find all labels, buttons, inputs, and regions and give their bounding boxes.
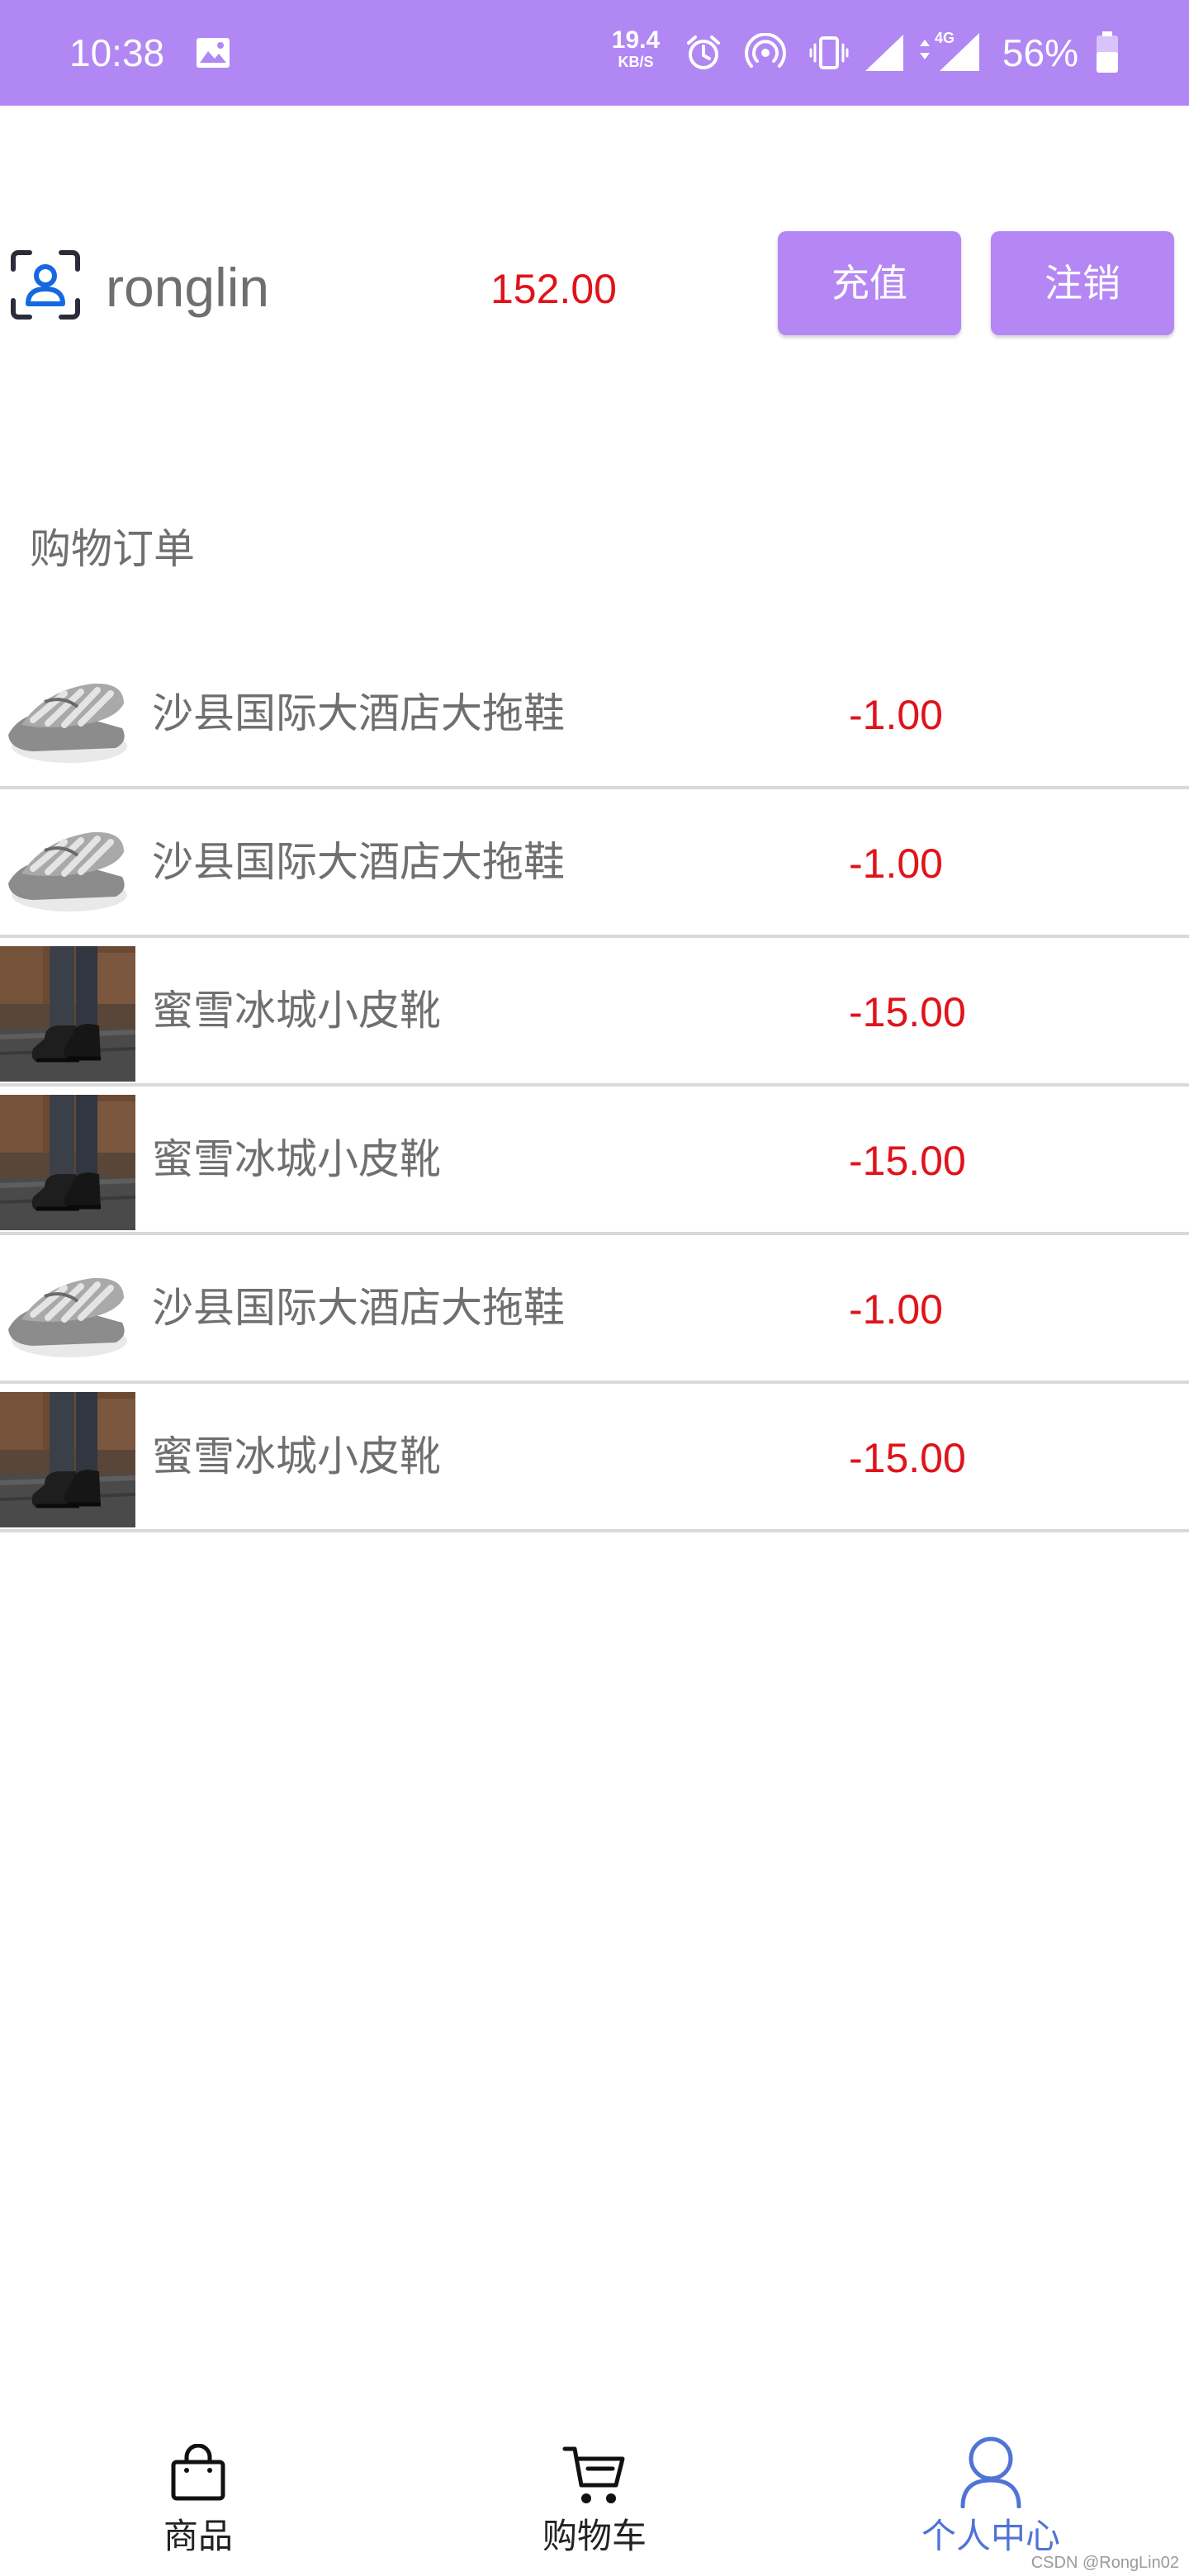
slipper-thumbnail-icon <box>0 1243 135 1379</box>
boot-thumbnail-icon <box>0 946 135 1082</box>
orders-list: 沙县国际大酒店大拖鞋 -1.00 沙县国际大酒店大拖鞋 -1.00 蜜雪冰城小皮靴 -… <box>0 641 1189 1532</box>
order-item-name: 蜜雪冰城小皮靴 <box>152 1432 441 1480</box>
status-bar: 10:38 19.4 KB/S 4G 56% <box>0 0 1189 106</box>
order-item-name: 蜜雪冰城小皮靴 <box>152 1135 441 1183</box>
user-scan-icon <box>11 250 80 320</box>
order-item-name: 沙县国际大酒店大拖鞋 <box>152 1284 565 1332</box>
battery-icon <box>1097 31 1118 73</box>
profile-row: ronglin 152.00 充值 注销 <box>0 223 1189 347</box>
nav-label-products: 商品 <box>163 2516 233 2556</box>
slipper-thumbnail-icon <box>0 798 135 933</box>
nav-item-profile[interactable]: 个人中心 <box>793 2411 1189 2576</box>
alarm-icon <box>687 36 720 69</box>
order-item-price: -1.00 <box>849 841 943 887</box>
order-thumbnail <box>0 798 135 933</box>
slipper-thumbnail-icon <box>0 649 135 784</box>
order-row[interactable]: 蜜雪冰城小皮靴 -15.00 <box>0 938 1189 1087</box>
boot-thumbnail-icon <box>0 1392 135 1527</box>
orders-section-title: 购物订单 <box>30 525 195 573</box>
order-thumbnail <box>0 1095 135 1230</box>
hotspot-icon <box>745 33 786 68</box>
boot-thumbnail-icon <box>0 1095 135 1230</box>
username: ronglin <box>106 257 270 318</box>
gallery-notification-icon <box>197 38 230 68</box>
order-thumbnail <box>0 1243 135 1379</box>
order-item-name: 蜜雪冰城小皮靴 <box>152 987 441 1035</box>
bottom-navigation: 商品 购物车 个人中心 <box>0 2411 1189 2576</box>
order-item-price: -15.00 <box>849 989 966 1035</box>
order-row[interactable]: 沙县国际大酒店大拖鞋 -1.00 <box>0 789 1189 938</box>
personal-center-screen: 10:38 19.4 KB/S 4G 56% ronglin 152.00 充值… <box>0 0 1189 2576</box>
order-item-price: -1.00 <box>849 692 943 738</box>
nav-item-products[interactable]: 商品 <box>0 2411 396 2576</box>
mobile-data-4g-icon: 4G <box>920 30 979 71</box>
nav-item-cart[interactable]: 购物车 <box>396 2411 793 2576</box>
network-speed: 19.4 KB/S <box>611 26 661 70</box>
order-item-price: -15.00 <box>849 1435 966 1481</box>
order-thumbnail <box>0 649 135 784</box>
vibrate-icon <box>809 36 849 69</box>
shopping-bag-icon <box>171 2444 225 2501</box>
order-item-price: -1.00 <box>849 1286 943 1333</box>
order-row[interactable]: 蜜雪冰城小皮靴 -15.00 <box>0 1087 1189 1235</box>
recharge-button[interactable]: 充值 <box>778 231 961 335</box>
nav-label-cart: 购物车 <box>542 2516 647 2556</box>
order-thumbnail <box>0 1392 135 1527</box>
shopping-cart-icon <box>562 2446 625 2503</box>
order-row[interactable]: 沙县国际大酒店大拖鞋 -1.00 <box>0 641 1189 789</box>
logout-button[interactable]: 注销 <box>991 231 1174 335</box>
order-item-name: 沙县国际大酒店大拖鞋 <box>152 838 565 886</box>
order-item-price: -15.00 <box>849 1138 966 1184</box>
account-balance: 152.00 <box>490 266 617 312</box>
battery-percent: 56% <box>1002 31 1078 74</box>
person-icon <box>960 2436 1021 2508</box>
svg-text:4G: 4G <box>935 30 955 46</box>
order-row[interactable]: 沙县国际大酒店大拖鞋 -1.00 <box>0 1235 1189 1384</box>
order-row[interactable]: 蜜雪冰城小皮靴 -15.00 <box>0 1384 1189 1532</box>
status-time: 10:38 <box>69 31 165 74</box>
order-thumbnail <box>0 946 135 1082</box>
signal-strength-icon <box>865 35 903 71</box>
watermark: CSDN @RongLin02 <box>1030 2554 1179 2572</box>
order-item-name: 沙县国际大酒店大拖鞋 <box>152 689 565 737</box>
